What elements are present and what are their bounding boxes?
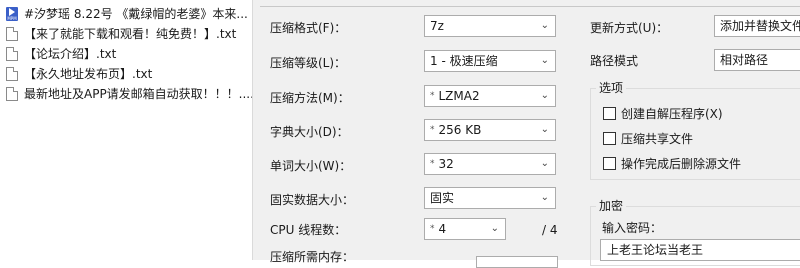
top-edge bbox=[260, 0, 800, 7]
delete-after-option[interactable]: 操作完成后删除源文件 bbox=[603, 156, 800, 172]
level-label: 压缩等级(L)： bbox=[270, 56, 347, 70]
sfx-label: 创建自解压程序(X) bbox=[621, 107, 723, 121]
txt-file-icon bbox=[6, 67, 18, 81]
options-title: 选项 bbox=[596, 80, 627, 96]
password-value: 上老王论坛当老王 bbox=[607, 243, 704, 257]
cpu-value: 4 bbox=[438, 222, 447, 236]
method-value: LZMA2 bbox=[438, 89, 480, 103]
file-name: #汐梦瑶 8.22号 《戴绿帽的老婆》本来... bbox=[24, 7, 248, 21]
dict-select[interactable]: * 256 KB ⌄ bbox=[424, 119, 556, 141]
password-label: 输入密码： bbox=[602, 221, 663, 235]
memory-value-field bbox=[476, 256, 558, 268]
file-name: 【论坛介绍】.txt bbox=[24, 47, 117, 61]
file-list-item[interactable]: 【来了就能下载和观看！纯免费！】.txt bbox=[0, 24, 252, 44]
star-icon: * bbox=[430, 224, 435, 234]
password-input[interactable]: 上老王论坛当老王 bbox=[600, 239, 800, 261]
star-icon: * bbox=[430, 125, 435, 135]
file-name: 【来了就能下载和观看！纯免费！】.txt bbox=[24, 27, 237, 41]
solid-select[interactable]: 固实 ⌄ bbox=[424, 187, 556, 209]
cpu-total: / 4 bbox=[542, 223, 558, 237]
format-label: 压缩格式(F)： bbox=[270, 21, 347, 35]
solid-label: 固实数据大小： bbox=[270, 193, 355, 207]
mpm-video-icon: MPM bbox=[6, 7, 18, 21]
sfx-option[interactable]: 创建自解压程序(X) bbox=[603, 106, 800, 122]
level-select[interactable]: 1 - 极速压缩 ⌄ bbox=[424, 50, 556, 72]
star-icon: * bbox=[430, 159, 435, 169]
shared-option[interactable]: 压缩共享文件 bbox=[603, 131, 800, 147]
update-mode-label: 更新方式(U)： bbox=[590, 21, 669, 35]
word-select[interactable]: * 32 ⌄ bbox=[424, 153, 556, 175]
method-label: 压缩方法(M)： bbox=[270, 91, 350, 105]
path-mode-select[interactable]: 相对路径 bbox=[714, 49, 800, 71]
memory-label: 压缩所需内存： bbox=[270, 250, 355, 264]
chevron-down-icon: ⌄ bbox=[540, 55, 549, 66]
method-select[interactable]: * LZMA2 ⌄ bbox=[424, 85, 556, 107]
encryption-title: 加密 bbox=[596, 198, 627, 214]
update-mode-value: 添加并替换文件 bbox=[720, 19, 800, 33]
update-mode-select[interactable]: 添加并替换文件 bbox=[714, 15, 800, 37]
shared-checkbox[interactable] bbox=[603, 132, 616, 145]
word-value: 32 bbox=[438, 157, 454, 171]
file-name: 最新地址及APP请发邮箱自动获取！！！.... bbox=[24, 87, 252, 101]
file-list-item[interactable]: 最新地址及APP请发邮箱自动获取！！！.... bbox=[0, 84, 252, 104]
sfx-checkbox[interactable] bbox=[603, 107, 616, 120]
chevron-down-icon: ⌄ bbox=[540, 158, 549, 169]
chevron-down-icon: ⌄ bbox=[540, 124, 549, 135]
txt-file-icon bbox=[6, 47, 18, 61]
delete-after-label: 操作完成后删除源文件 bbox=[621, 157, 742, 171]
chevron-down-icon: ⌄ bbox=[540, 90, 549, 101]
cpu-select[interactable]: * 4 ⌄ bbox=[424, 218, 506, 240]
level-value: 1 - 极速压缩 bbox=[430, 54, 498, 68]
dict-label: 字典大小(D)： bbox=[270, 125, 349, 139]
star-icon: * bbox=[430, 91, 435, 101]
word-label: 单词大小(W)： bbox=[270, 159, 352, 173]
chevron-down-icon: ⌄ bbox=[540, 192, 549, 203]
chevron-down-icon: ⌄ bbox=[540, 20, 549, 31]
file-list-item[interactable]: 【论坛介绍】.txt bbox=[0, 44, 252, 64]
path-mode-label: 路径模式 bbox=[590, 54, 639, 68]
archive-settings-panel: 压缩格式(F)： 7z ⌄ 压缩等级(L)： 1 - 极速压缩 ⌄ 压缩方法(M… bbox=[260, 0, 800, 268]
txt-file-icon bbox=[6, 27, 18, 41]
file-name: 【永久地址发布页】.txt bbox=[24, 67, 153, 81]
file-list-item[interactable]: 【永久地址发布页】.txt bbox=[0, 64, 252, 84]
format-select[interactable]: 7z ⌄ bbox=[424, 15, 556, 37]
delete-after-checkbox[interactable] bbox=[603, 157, 616, 170]
path-mode-value: 相对路径 bbox=[720, 53, 769, 67]
chevron-down-icon: ⌄ bbox=[490, 223, 499, 234]
cpu-label: CPU 线程数： bbox=[270, 223, 347, 237]
txt-file-icon bbox=[6, 87, 18, 101]
format-value: 7z bbox=[430, 19, 444, 33]
file-list: MPM #汐梦瑶 8.22号 《戴绿帽的老婆》本来... 【来了就能下载和观看！… bbox=[0, 0, 252, 260]
dict-value: 256 KB bbox=[438, 123, 482, 137]
file-list-item[interactable]: MPM #汐梦瑶 8.22号 《戴绿帽的老婆》本来... bbox=[0, 4, 252, 24]
solid-value: 固实 bbox=[430, 191, 455, 205]
shared-label: 压缩共享文件 bbox=[621, 132, 694, 146]
